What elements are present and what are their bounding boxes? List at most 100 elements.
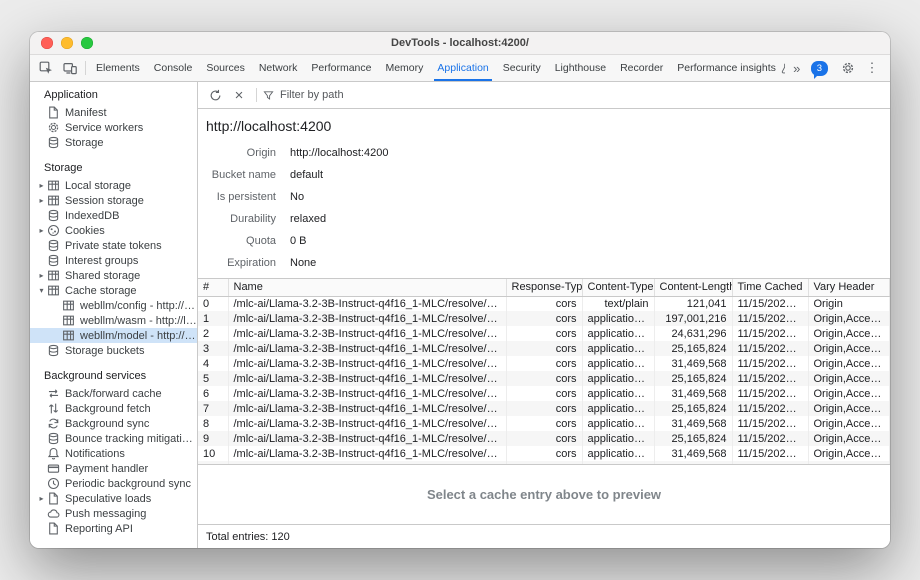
- sidebar-item-cache-storage[interactable]: ▾Cache storage: [30, 283, 197, 298]
- cell-vary-header: Origin,Access…: [808, 416, 890, 431]
- close-window-button[interactable]: [41, 37, 53, 49]
- column-header-content-length[interactable]: Content-Length: [654, 279, 732, 296]
- cache-entry-row[interactable]: 0/mlc-ai/Llama-3.2-3B-Instruct-q4f16_1-M…: [198, 296, 890, 311]
- tab-recorder[interactable]: Recorder: [613, 55, 670, 81]
- sidebar-item-speculative-loads[interactable]: ▸Speculative loads: [30, 491, 197, 506]
- cache-entry-row[interactable]: 6/mlc-ai/Llama-3.2-3B-Instruct-q4f16_1-M…: [198, 386, 890, 401]
- console-messages-badge[interactable]: 3: [811, 61, 828, 76]
- cache-entry-row[interactable]: 8/mlc-ai/Llama-3.2-3B-Instruct-q4f16_1-M…: [198, 416, 890, 431]
- column-header-response-type[interactable]: Response-Type: [506, 279, 582, 296]
- disclosure-collapsed-icon[interactable]: ▸: [36, 181, 47, 190]
- sidebar-item-payment-handler[interactable]: Payment handler: [30, 461, 197, 476]
- cell-vary-header: Origin,Access…: [808, 356, 890, 371]
- sidebar-item-manifest[interactable]: Manifest: [30, 105, 197, 120]
- sidebar-item-background-sync[interactable]: Background sync: [30, 416, 197, 431]
- cell-time-cached: 11/15/2024, 10…: [732, 401, 808, 416]
- sidebar-item-local-storage[interactable]: ▸Local storage: [30, 178, 197, 193]
- db-icon: [47, 136, 60, 149]
- tab-application[interactable]: Application: [430, 55, 495, 81]
- tab-lighthouse[interactable]: Lighthouse: [548, 55, 613, 81]
- sidebar-item-session-storage[interactable]: ▸Session storage: [30, 193, 197, 208]
- disclosure-collapsed-icon[interactable]: ▸: [36, 196, 47, 205]
- minimize-window-button[interactable]: [61, 37, 73, 49]
- tab-sources[interactable]: Sources: [199, 55, 252, 81]
- tab-label: Recorder: [620, 62, 663, 74]
- sidebar-item-storage[interactable]: Storage: [30, 135, 197, 150]
- disclosure-collapsed-icon[interactable]: ▸: [36, 271, 47, 280]
- cell-response-type: cors: [506, 296, 582, 311]
- sidebar-item-storage-buckets[interactable]: Storage buckets: [30, 343, 197, 358]
- cache-table-body: 0/mlc-ai/Llama-3.2-3B-Instruct-q4f16_1-M…: [198, 296, 890, 464]
- tab-network[interactable]: Network: [252, 55, 305, 81]
- sidebar-item-label: Background fetch: [65, 403, 151, 415]
- disclosure-expanded-icon[interactable]: ▾: [36, 286, 47, 295]
- db-icon: [47, 239, 60, 252]
- sidebar-item-bounce-tracking-mitigations[interactable]: Bounce tracking mitigations: [30, 431, 197, 446]
- filter-by-path-input[interactable]: [280, 89, 884, 101]
- disclosure-collapsed-icon[interactable]: ▸: [36, 494, 47, 503]
- cache-entry-row[interactable]: 2/mlc-ai/Llama-3.2-3B-Instruct-q4f16_1-M…: [198, 326, 890, 341]
- sidebar-item-notifications[interactable]: Notifications: [30, 446, 197, 461]
- sidebar-item-webllm-model-http-loc[interactable]: webllm/model - http://loc…: [30, 328, 197, 343]
- cache-entry-row[interactable]: 10/mlc-ai/Llama-3.2-3B-Instruct-q4f16_1-…: [198, 446, 890, 461]
- tab-label: Performance: [311, 62, 371, 74]
- sidebar-item-label: Notifications: [65, 448, 125, 460]
- tab-security[interactable]: Security: [496, 55, 548, 81]
- cell-: 9: [198, 431, 228, 446]
- more-tabs-icon[interactable]: »: [785, 55, 809, 81]
- delete-selected-icon[interactable]: ×: [228, 84, 250, 106]
- meta-value: http://localhost:4200: [290, 147, 388, 159]
- sidebar-item-reporting-api[interactable]: Reporting API: [30, 521, 197, 536]
- sidebar-section-background-services: Background services: [30, 366, 197, 386]
- cell-content-length: 25,165,824: [654, 401, 732, 416]
- devtools-toolbar: ElementsConsoleSourcesNetwork Performance…: [30, 55, 890, 82]
- kebab-menu-icon[interactable]: ⋮: [860, 55, 884, 81]
- cache-entry-row[interactable]: 4/mlc-ai/Llama-3.2-3B-Instruct-q4f16_1-M…: [198, 356, 890, 371]
- sidebar-item-webllm-wasm-http-loca[interactable]: webllm/wasm - http://loca…: [30, 313, 197, 328]
- column-header-vary-header[interactable]: Vary Header: [808, 279, 890, 296]
- sidebar-item-back-forward-cache[interactable]: Back/forward cache: [30, 386, 197, 401]
- tab-elements[interactable]: Elements: [89, 55, 147, 81]
- cell-: 3: [198, 341, 228, 356]
- sidebar-item-label: Bounce tracking mitigations: [65, 433, 197, 445]
- cell-content-type: application/oc…: [582, 311, 654, 326]
- meta-is-persistent: Is persistentNo: [198, 186, 890, 208]
- settings-gear-icon[interactable]: [836, 55, 860, 81]
- cell-content-type: application/oc…: [582, 356, 654, 371]
- cache-entry-row[interactable]: 7/mlc-ai/Llama-3.2-3B-Instruct-q4f16_1-M…: [198, 401, 890, 416]
- cache-entry-row[interactable]: 5/mlc-ai/Llama-3.2-3B-Instruct-q4f16_1-M…: [198, 371, 890, 386]
- tab-performance[interactable]: Performance: [304, 55, 378, 81]
- sidebar-item-private-state-tokens[interactable]: Private state tokens: [30, 238, 197, 253]
- sidebar-item-periodic-background-sync[interactable]: Periodic background sync: [30, 476, 197, 491]
- sidebar-item-indexeddb[interactable]: IndexedDB: [30, 208, 197, 223]
- sidebar-item-push-messaging[interactable]: Push messaging: [30, 506, 197, 521]
- column-header-[interactable]: #: [198, 279, 228, 296]
- disclosure-collapsed-icon[interactable]: ▸: [36, 226, 47, 235]
- sidebar-item-webllm-config-http-loc[interactable]: webllm/config - http://loc…: [30, 298, 197, 313]
- cache-panel-body: http://localhost:4200 Originhttp://local…: [198, 109, 890, 464]
- column-header-name[interactable]: Name: [228, 279, 506, 296]
- sidebar-item-shared-storage[interactable]: ▸Shared storage: [30, 268, 197, 283]
- sidebar-item-cookies[interactable]: ▸Cookies: [30, 223, 197, 238]
- column-header-time-cached[interactable]: Time Cached: [732, 279, 808, 296]
- table-icon: [62, 299, 75, 312]
- cache-entry-row[interactable]: 9/mlc-ai/Llama-3.2-3B-Instruct-q4f16_1-M…: [198, 431, 890, 446]
- column-header-content-type[interactable]: Content-Type: [582, 279, 654, 296]
- device-toolbar-icon[interactable]: [58, 55, 82, 81]
- sidebar-item-background-fetch[interactable]: Background fetch: [30, 401, 197, 416]
- tab-console[interactable]: Console: [147, 55, 200, 81]
- tab-label: Security: [503, 62, 541, 74]
- sidebar-item-label: Back/forward cache: [65, 388, 162, 400]
- tab-memory[interactable]: Memory: [378, 55, 430, 81]
- tab-performance-insights[interactable]: Performance insights: [670, 55, 784, 81]
- inspect-element-icon[interactable]: [34, 55, 58, 81]
- cache-entry-row[interactable]: 3/mlc-ai/Llama-3.2-3B-Instruct-q4f16_1-M…: [198, 341, 890, 356]
- zoom-window-button[interactable]: [81, 37, 93, 49]
- refresh-icon[interactable]: [204, 84, 226, 106]
- cell-time-cached: 11/15/2024, 10…: [732, 296, 808, 311]
- cell-: 10: [198, 446, 228, 461]
- sidebar-item-interest-groups[interactable]: Interest groups: [30, 253, 197, 268]
- cache-entry-row[interactable]: 1/mlc-ai/Llama-3.2-3B-Instruct-q4f16_1-M…: [198, 311, 890, 326]
- table-icon: [62, 329, 75, 342]
- sidebar-item-service-workers[interactable]: Service workers: [30, 120, 197, 135]
